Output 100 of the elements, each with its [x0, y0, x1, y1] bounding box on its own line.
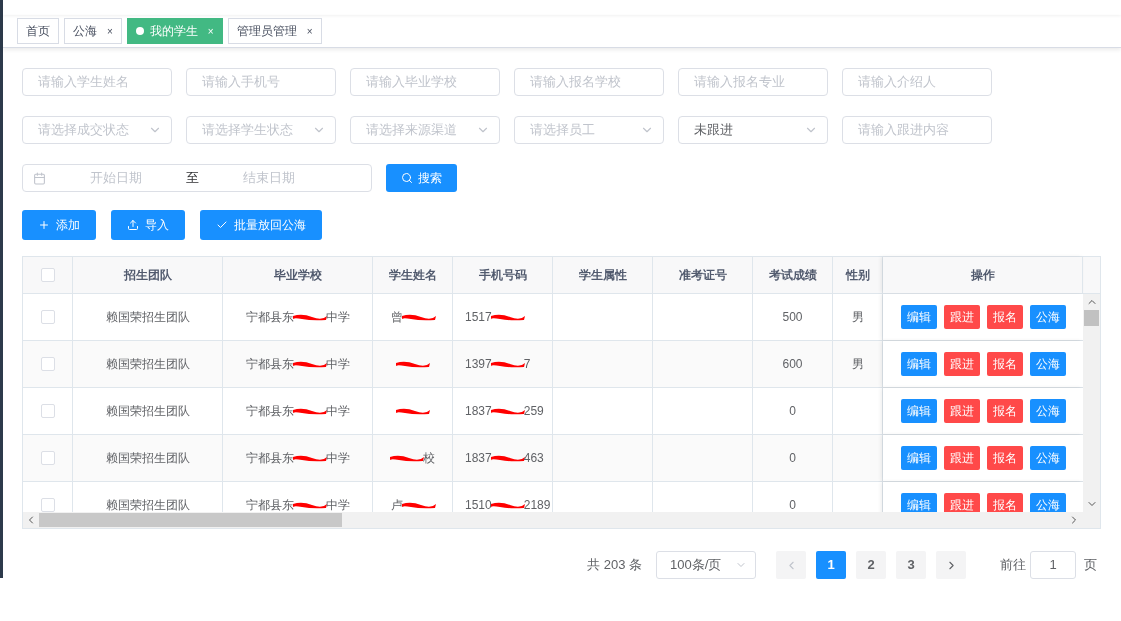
column-header: 手机号码	[478, 267, 527, 284]
table-cell-text: 0	[789, 450, 796, 467]
input-field[interactable]: 请输入手机号	[186, 68, 336, 96]
page-number-field[interactable]: 1	[1030, 551, 1076, 579]
page-tab[interactable]: 管理员管理 ×	[227, 18, 322, 44]
checkbox[interactable]	[40, 404, 55, 418]
redaction-mark	[489, 406, 526, 416]
checkbox[interactable]	[40, 268, 55, 282]
next-page-button[interactable]	[936, 551, 966, 579]
row-action-button[interactable]: 报名	[986, 399, 1023, 423]
action-button[interactable]: 导入	[111, 210, 185, 240]
table-cell-text: 中学	[325, 403, 350, 420]
row-action-button[interactable]: 编辑	[900, 493, 937, 512]
redaction-mark	[394, 406, 431, 416]
row-action-button[interactable]: 公海	[1029, 493, 1066, 512]
row-action-button[interactable]: 公海	[1029, 305, 1066, 329]
row-action-button[interactable]: 编辑	[900, 352, 937, 376]
page-suffix: 页	[1084, 556, 1097, 575]
column-header: 操作	[970, 267, 995, 284]
row-action-button[interactable]: 编辑	[900, 399, 937, 423]
select-field[interactable]: 未跟进	[678, 116, 828, 144]
checkbox[interactable]	[40, 310, 55, 324]
select-field[interactable]: 请选择学生状态	[186, 116, 336, 144]
plus-icon	[38, 219, 50, 231]
table-cell-text: 赖国荣招生团队	[105, 403, 190, 420]
table-cell-text: 463	[523, 450, 544, 467]
checkbox[interactable]	[40, 498, 55, 512]
scrollbar-thumb[interactable]	[1084, 310, 1099, 326]
calendar-icon	[33, 171, 46, 185]
redaction-mark	[489, 453, 526, 463]
table-cell-text: 1517	[465, 309, 492, 326]
page-size-select[interactable]: 100条/页	[656, 551, 756, 579]
close-icon[interactable]: ×	[207, 23, 214, 39]
input-field[interactable]: 请输入报名专业	[678, 68, 828, 96]
table-cell-text: 赖国荣招生团队	[105, 356, 190, 373]
row-action-button[interactable]: 公海	[1029, 352, 1066, 376]
table-cell-text: 1837	[465, 450, 492, 467]
redaction-mark	[489, 312, 526, 322]
input-field[interactable]: 请输入毕业学校	[350, 68, 500, 96]
row-action-button[interactable]: 报名	[986, 305, 1023, 329]
checkbox[interactable]	[40, 451, 55, 465]
action-button[interactable]: 添加	[22, 210, 96, 240]
page-tab[interactable]: 公海 ×	[64, 18, 122, 44]
table-cell-text: 男	[851, 309, 864, 326]
row-action-button[interactable]: 跟进	[943, 493, 980, 512]
redaction-mark	[394, 359, 431, 369]
table-cell-text: 男	[851, 356, 864, 373]
column-header: 准考证号	[678, 267, 727, 284]
row-action-button[interactable]: 编辑	[900, 305, 937, 329]
table-cell-text: 宁都县东	[245, 450, 294, 467]
table-cell-text: 中学	[325, 497, 350, 512]
row-action-button[interactable]: 报名	[986, 352, 1023, 376]
total-count: 共 203 条	[587, 556, 642, 575]
page-button[interactable]: 3	[896, 551, 926, 579]
column-header: 学生姓名	[388, 267, 437, 284]
row-action-button[interactable]: 跟进	[943, 305, 980, 329]
table-cell-text: 宁都县东	[245, 497, 294, 512]
table-cell-text: 卢	[390, 497, 403, 512]
row-action-button[interactable]: 编辑	[900, 446, 937, 470]
date-range-field[interactable]: 开始日期 至 结束日期	[22, 164, 372, 192]
table-cell-text: 600	[782, 356, 803, 373]
check-icon	[216, 219, 228, 231]
table-cell-text: 中学	[325, 309, 350, 326]
redaction-mark	[489, 500, 526, 510]
checkbox[interactable]	[40, 357, 55, 371]
page-tab[interactable]: 我的学生 ×	[126, 18, 223, 44]
horizontal-scrollbar[interactable]	[23, 512, 1100, 528]
table-cell-text: 1397	[465, 356, 492, 373]
table-cell-text: 中学	[325, 450, 350, 467]
close-icon[interactable]: ×	[107, 23, 113, 39]
input-field[interactable]: 请输入报名学校	[514, 68, 664, 96]
upload-icon	[127, 219, 139, 231]
table-cell-text: 0	[789, 497, 796, 512]
table-cell-text: 中学	[325, 356, 350, 373]
row-action-button[interactable]: 跟进	[943, 399, 980, 423]
search-button[interactable]: 搜索	[386, 164, 457, 192]
redaction-mark	[388, 453, 425, 463]
input-field[interactable]: 请输入学生姓名	[22, 68, 172, 96]
search-icon	[401, 172, 413, 184]
select-field[interactable]: 请选择来源渠道	[350, 116, 500, 144]
row-action-button[interactable]: 跟进	[943, 352, 980, 376]
select-field[interactable]: 请选择成交状态	[22, 116, 172, 144]
input-field[interactable]: 请输入介绍人	[842, 68, 992, 96]
select-field[interactable]: 请选择员工	[514, 116, 664, 144]
row-action-button[interactable]: 报名	[986, 446, 1023, 470]
table-cell-text: 赖国荣招生团队	[105, 309, 190, 326]
page-button[interactable]: 1	[816, 551, 846, 579]
scrollbar-thumb[interactable]	[39, 513, 342, 527]
close-icon[interactable]: ×	[306, 23, 313, 39]
column-header: 考试成绩	[768, 267, 817, 284]
previous-page-button[interactable]	[776, 551, 806, 579]
row-action-button[interactable]: 跟进	[943, 446, 980, 470]
page-tab[interactable]: 首页	[17, 18, 59, 44]
page-button[interactable]: 2	[856, 551, 886, 579]
action-button[interactable]: 批量放回公海	[200, 210, 322, 240]
row-action-button[interactable]: 公海	[1029, 446, 1066, 470]
row-action-button[interactable]: 公海	[1029, 399, 1066, 423]
row-action-button[interactable]: 报名	[986, 493, 1023, 512]
input-field[interactable]: 请输入跟进内容	[842, 116, 992, 144]
vertical-scrollbar[interactable]	[1083, 294, 1100, 512]
